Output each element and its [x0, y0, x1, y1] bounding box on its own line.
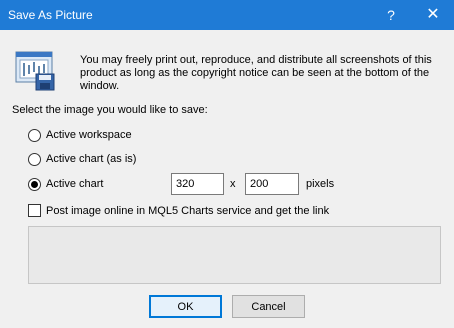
radio-button[interactable] — [28, 128, 41, 142]
radio-active-chart-as-is[interactable]: Active chart (as is) — [28, 151, 136, 167]
cancel-button[interactable]: Cancel — [232, 295, 305, 318]
dialog-body: You may freely print out, reproduce, and… — [0, 30, 454, 328]
title-bar: Save As Picture ? ✕ — [0, 0, 454, 30]
radio-active-workspace[interactable]: Active workspace — [28, 127, 132, 143]
post-online-label: Post image online in MQL5 Charts service… — [46, 204, 330, 217]
radio-active-chart[interactable]: Active chart — [28, 176, 103, 192]
link-output-box — [28, 226, 441, 284]
radio-label: Active chart (as is) — [46, 153, 137, 165]
pixels-unit-label: pixels — [306, 178, 335, 190]
post-online-checkbox[interactable] — [28, 204, 41, 217]
radio-button-selected[interactable] — [28, 177, 41, 191]
copyright-notice: You may freely print out, reproduce, and… — [80, 54, 432, 92]
radio-label: Active workspace — [46, 129, 132, 141]
close-button[interactable]: ✕ — [418, 0, 448, 30]
select-image-label: Select the image you would like to save: — [12, 104, 208, 116]
size-separator: x — [230, 178, 236, 190]
window-title: Save As Picture — [8, 8, 93, 22]
height-input[interactable] — [245, 173, 299, 195]
radio-label: Active chart — [46, 178, 104, 190]
screenshot-app-icon — [14, 50, 56, 92]
post-online-option[interactable]: Post image online in MQL5 Charts service… — [28, 204, 329, 217]
help-button[interactable]: ? — [376, 0, 406, 30]
radio-button[interactable] — [28, 152, 41, 166]
width-input[interactable] — [171, 173, 224, 195]
ok-button[interactable]: OK — [149, 295, 222, 318]
